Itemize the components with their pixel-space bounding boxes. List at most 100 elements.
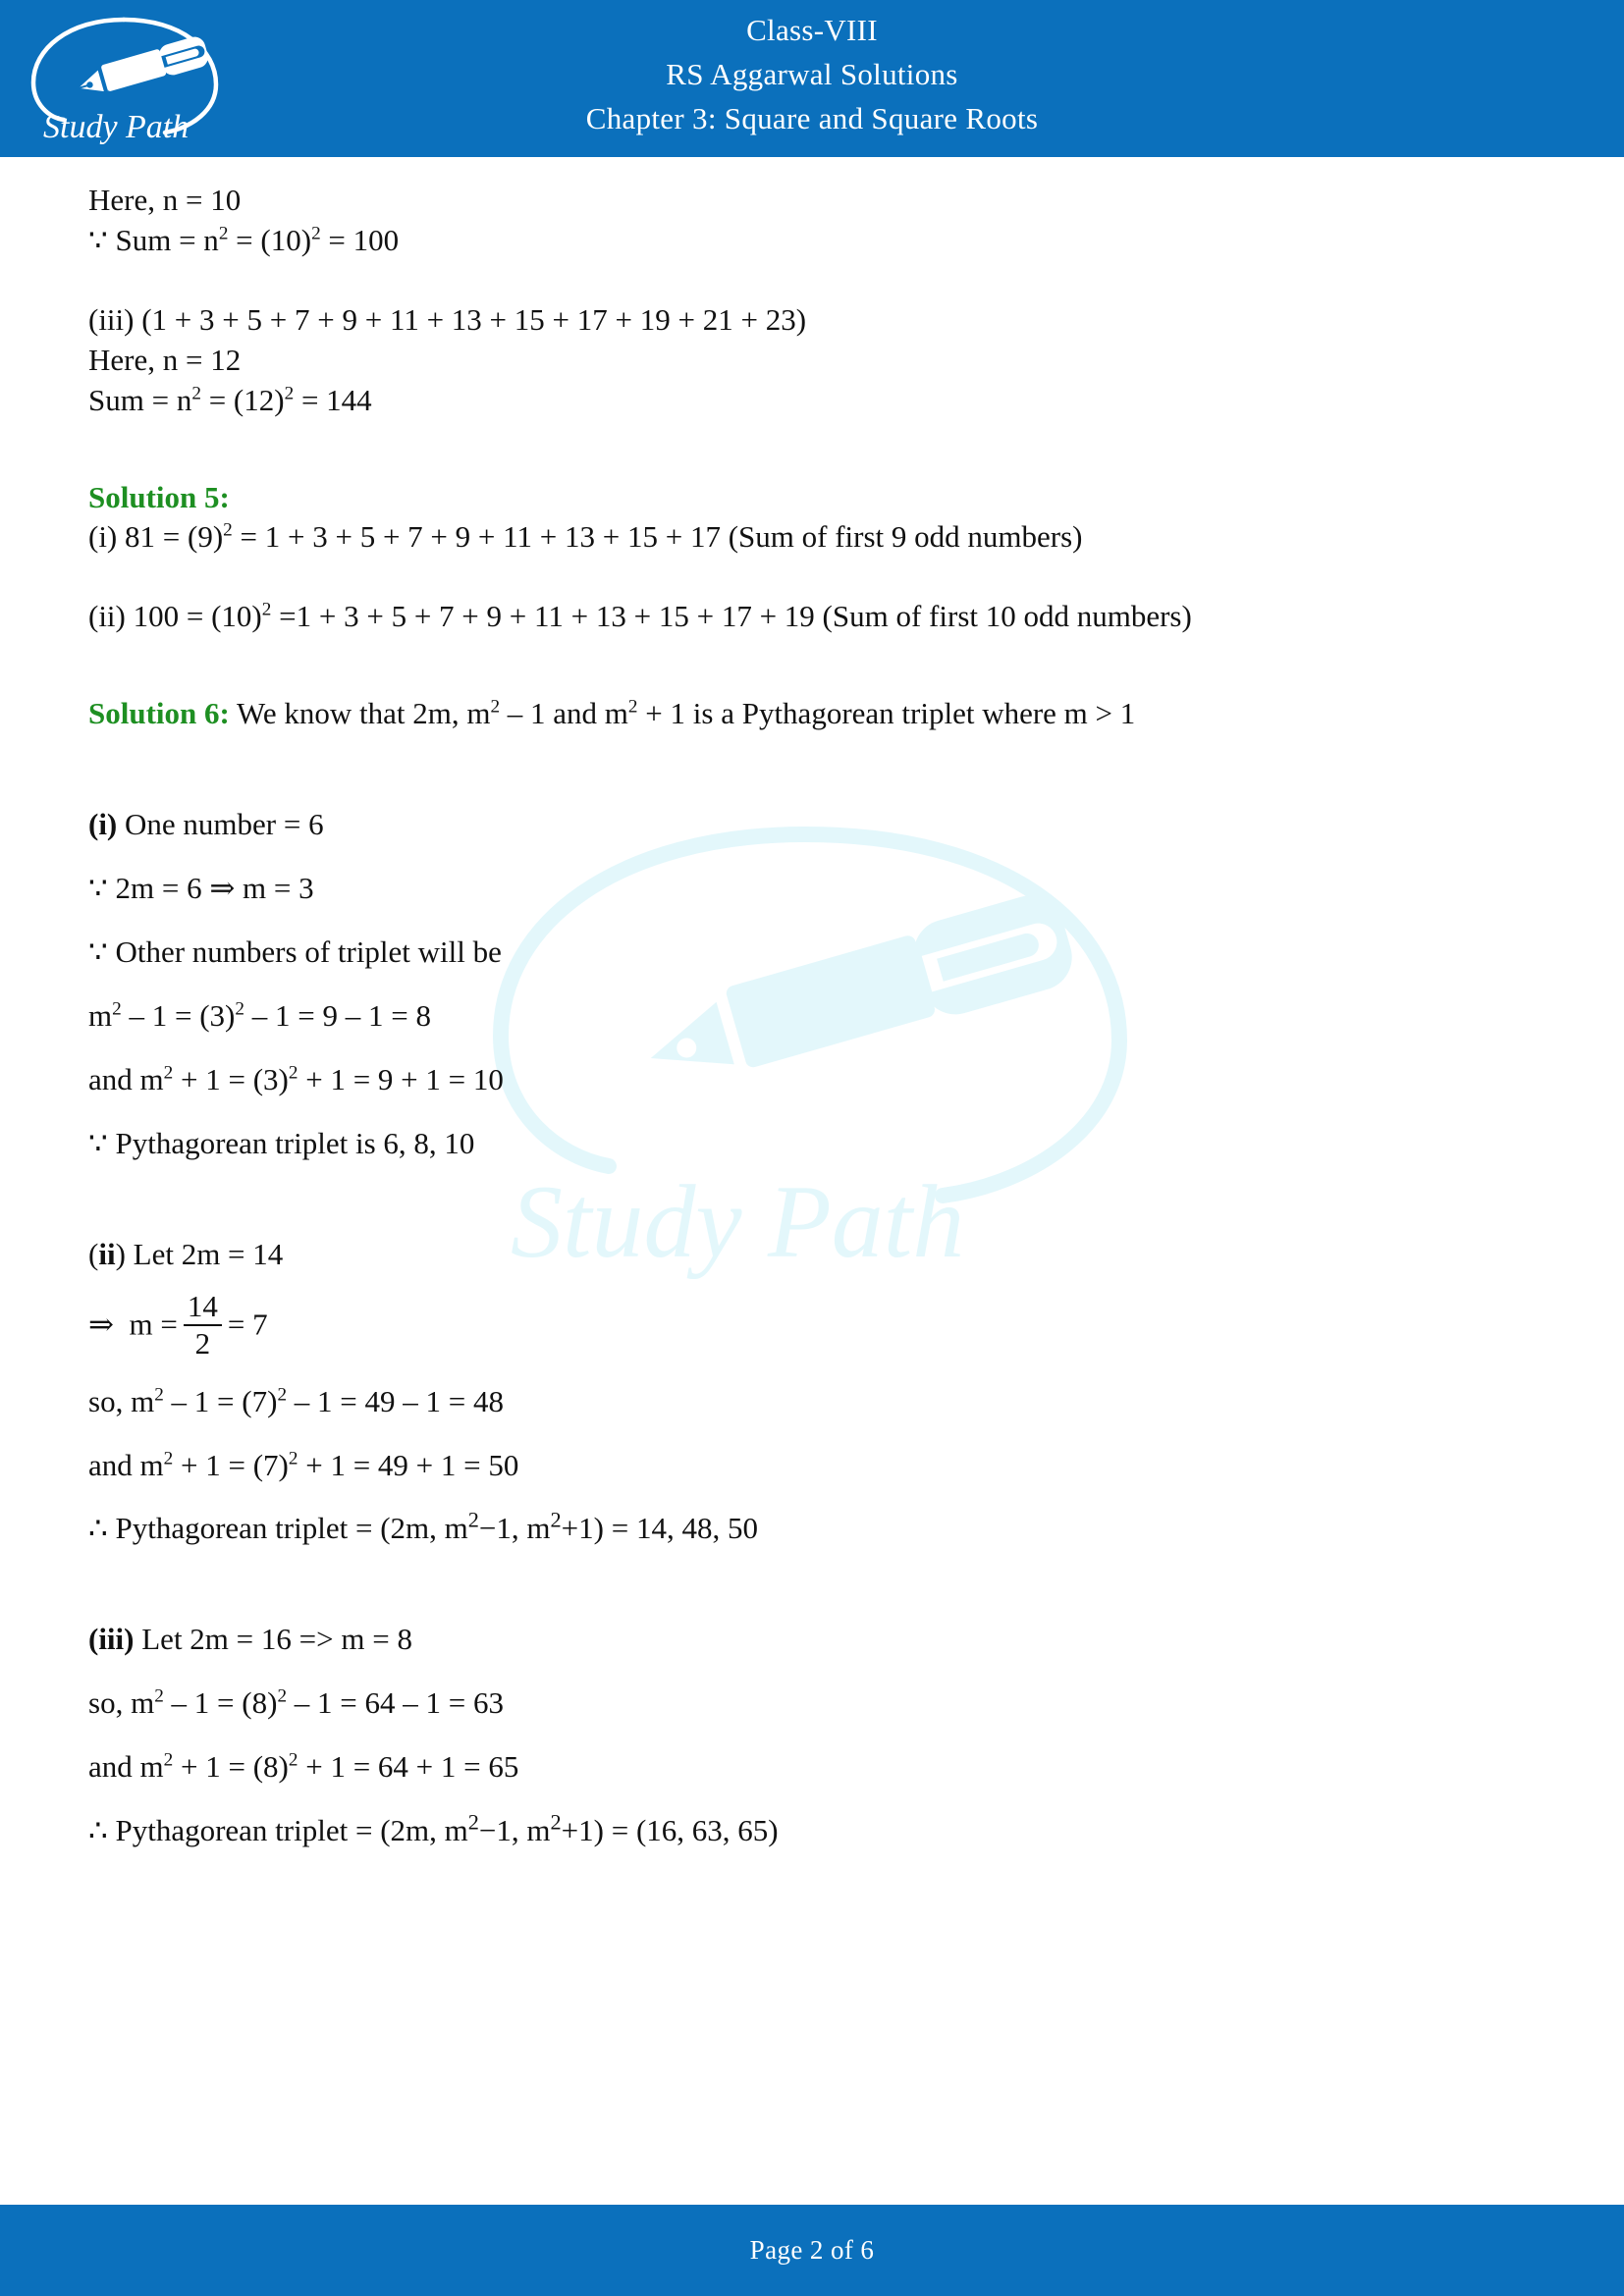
ii-l4-c: + 1 = 49 + 1 = 50 — [298, 1447, 519, 1482]
solution-5-part-i: (i) 81 = (9)2 = 1 + 3 + 5 + 7 + 9 + 11 +… — [88, 517, 1545, 558]
sol6-iii-line-3: and m2 + 1 = (8)2 + 1 = 64 + 1 = 65 — [88, 1747, 1545, 1788]
solution-6-heading: Solution 6: — [88, 696, 230, 731]
sol6-i-text: One number = 6 — [117, 807, 324, 842]
fraction-14-over-2: 14 2 — [183, 1290, 222, 1361]
iii-l3-a: and m — [88, 1749, 164, 1785]
i-l5-c: + 1 = 9 + 1 = 10 — [298, 1061, 504, 1096]
iii-l2-b: – 1 = (8) — [163, 1685, 278, 1721]
i-l4-c: – 1 = 9 – 1 = 8 — [244, 997, 431, 1033]
sol5-ii-prefix: (ii) 100 = (10) — [88, 599, 262, 634]
sol6-iii-line-2: so, m2 – 1 = (8)2 – 1 = 64 – 1 = 63 — [88, 1683, 1545, 1724]
sol6-iii-line-4: ∴ Pythagorean triplet = (2m, m2−1, m2+1)… — [88, 1811, 1545, 1851]
line-here-n-10: Here, n = 10 — [88, 183, 242, 217]
i-l4-exp1: 2 — [112, 998, 122, 1020]
ii-l5-b: −1, m — [478, 1511, 551, 1546]
sol6-ii-line-4: and m2 + 1 = (7)2 + 1 = 49 + 1 = 50 — [88, 1446, 1545, 1486]
sum-100-mid: = (10) — [228, 222, 312, 257]
solution-5-heading: Solution 5: — [88, 479, 230, 514]
sum-100-exp2: 2 — [311, 223, 321, 244]
i-l4-a: m — [88, 997, 113, 1033]
iii-l3-b: + 1 = (8) — [173, 1749, 289, 1785]
iii-l2-exp2: 2 — [277, 1685, 288, 1707]
document-page: Study Path Class-VIII RS Aggarwal Soluti… — [0, 0, 1624, 2296]
ii-l5-exp1: 2 — [467, 1508, 479, 1533]
sol6-ii-line-1: (ii) Let 2m = 14 — [88, 1235, 1545, 1275]
sol6-intro-a: We know that 2m, m — [229, 696, 491, 731]
page-number-label: Page 2 of 6 — [749, 2235, 875, 2265]
sol6-ii-fraction-line: ⇒ m = 14 2 = 7 — [88, 1290, 1545, 1362]
header-book-line: RS Aggarwal Solutions — [666, 57, 958, 91]
sum-100-prefix: ∵ Sum = n — [88, 222, 219, 257]
iii-l4-b: −1, m — [478, 1813, 551, 1848]
sum-144-exp1: 2 — [191, 383, 201, 404]
sol6-i-line-1: (i) One number = 6 — [88, 805, 1545, 845]
ii-l3-exp2: 2 — [277, 1384, 288, 1406]
line-sum-144: Sum = n2 = (12)2 = 144 — [88, 381, 1545, 421]
iii-l4-exp2: 2 — [550, 1809, 562, 1835]
fraction-denominator: 2 — [183, 1324, 222, 1361]
iii-l4-exp1: 2 — [467, 1809, 479, 1835]
sol5-i-end: = 1 + 3 + 5 + 7 + 9 + 11 + 13 + 15 + 17 … — [232, 519, 1083, 555]
sol6-ii-line-3: so, m2 – 1 = (7)2 – 1 = 49 – 1 = 48 — [88, 1382, 1545, 1422]
sum-144-prefix: Sum = n — [88, 382, 192, 417]
ii-arrow: ⇒ — [88, 1307, 114, 1342]
sum-100-exp1: 2 — [218, 223, 229, 244]
ii-l3-b: – 1 = (7) — [163, 1383, 278, 1418]
sol6-i-line-6: ∵ Pythagorean triplet is 6, 8, 10 — [88, 1125, 475, 1160]
iii-l4-a: ∴ Pythagorean triplet = (2m, m — [88, 1813, 468, 1848]
ii-l5-a: ∴ Pythagorean triplet = (2m, m — [88, 1511, 468, 1546]
sol5-i-prefix: (i) 81 = (9) — [88, 519, 224, 555]
i-l4-b: – 1 = (3) — [121, 997, 236, 1033]
sol5-i-exp: 2 — [223, 520, 233, 542]
sol6-intro-exp1: 2 — [490, 696, 501, 718]
sol5-ii-end: =1 + 3 + 5 + 7 + 9 + 11 + 13 + 15 + 17 +… — [271, 599, 1192, 634]
sum-144-mid: = (12) — [200, 382, 285, 417]
iii-l3-exp1: 2 — [163, 1749, 174, 1771]
sol6-i-label: (i) — [88, 807, 118, 842]
header-chapter-line: Chapter 3: Square and Square Roots — [585, 101, 1039, 135]
sol5-ii-exp: 2 — [261, 600, 272, 621]
sol6-ii-label: ii — [98, 1236, 116, 1271]
sol6-i-line-3: ∵ Other numbers of triplet will be — [88, 934, 502, 969]
i-l5-a: and m — [88, 1061, 164, 1096]
sum-100-end: = 100 — [320, 222, 400, 257]
line-iii-series: (iii) (1 + 3 + 5 + 7 + 9 + 11 + 13 + 15 … — [88, 301, 807, 337]
iii-l4-c: +1) = (16, 63, 65) — [561, 1813, 779, 1848]
sol6-intro-exp2: 2 — [627, 696, 638, 718]
ii-equals-7: = 7 — [227, 1307, 268, 1342]
ii-l3-a: so, m — [88, 1383, 155, 1418]
sum-144-exp2: 2 — [284, 383, 295, 404]
sol6-i-line-4: m2 – 1 = (3)2 – 1 = 9 – 1 = 8 — [88, 996, 1545, 1037]
page-header: Study Path Class-VIII RS Aggarwal Soluti… — [0, 0, 1624, 157]
ii-l3-c: – 1 = 49 – 1 = 48 — [287, 1383, 505, 1418]
ii-l3-exp1: 2 — [154, 1384, 164, 1406]
solution-body: Here, n = 10 ∵ Sum = n2 = (10)2 = 100 (i… — [88, 181, 1545, 1851]
sol6-iii-text: Let 2m = 16 => m = 8 — [134, 1622, 412, 1657]
sol6-ii-line-5: ∴ Pythagorean triplet = (2m, m2−1, m2+1)… — [88, 1509, 1545, 1549]
line-here-n-12: Here, n = 12 — [88, 342, 242, 377]
solution-5-part-ii: (ii) 100 = (10)2 =1 + 3 + 5 + 7 + 9 + 11… — [88, 597, 1545, 637]
sol6-i-line-5: and m2 + 1 = (3)2 + 1 = 9 + 1 = 10 — [88, 1060, 1545, 1100]
ii-l4-exp1: 2 — [163, 1448, 174, 1469]
ii-l5-exp2: 2 — [550, 1508, 562, 1533]
i-l5-b: + 1 = (3) — [173, 1061, 289, 1096]
sol6-intro-c: + 1 is a Pythagorean triplet where m > 1 — [637, 696, 1136, 731]
line-sum-100: ∵ Sum = n2 = (10)2 = 100 — [88, 221, 1545, 261]
iii-l2-a: so, m — [88, 1685, 155, 1721]
header-title-block: Class-VIII RS Aggarwal Solutions Chapter… — [0, 8, 1624, 140]
ii-m-label: m = — [129, 1307, 178, 1342]
i-l5-exp1: 2 — [163, 1062, 174, 1084]
iii-l2-exp1: 2 — [154, 1685, 164, 1707]
header-class-line: Class-VIII — [746, 13, 878, 47]
i-l4-exp2: 2 — [235, 998, 244, 1020]
sum-144-end: = 144 — [294, 382, 372, 417]
ii-l4-b: + 1 = (7) — [173, 1447, 289, 1482]
sol6-ii-text: ) Let 2m = 14 — [115, 1236, 284, 1271]
page-content: Study Path Here, n = 10 ∵ Sum = n2 = (10… — [0, 157, 1624, 2205]
